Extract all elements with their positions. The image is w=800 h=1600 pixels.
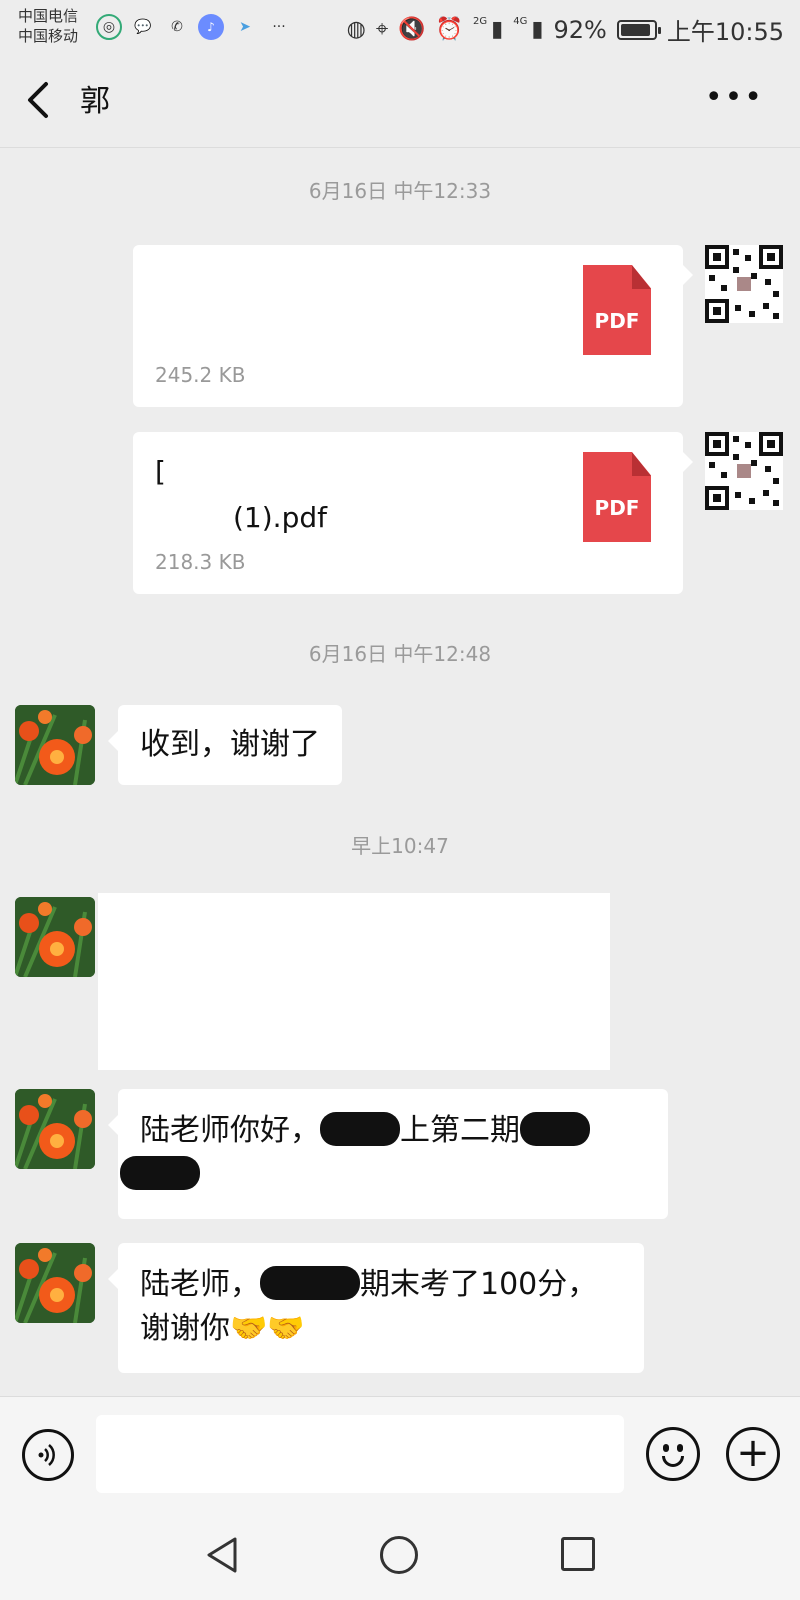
battery-fill: [620, 23, 651, 36]
message-bubble[interactable]: 陆老师， 期末考了100分， 谢谢你🤝🤝: [108, 1243, 644, 1373]
contact-avatar[interactable]: [15, 1089, 95, 1169]
my-avatar[interactable]: [705, 245, 783, 323]
carrier-labels: 中国电信 中国移动: [18, 6, 78, 46]
bubble-tail: [108, 1115, 118, 1135]
timestamp: 早上10:47: [351, 834, 449, 858]
app-notification-icon: ◎: [96, 14, 122, 40]
emoji-eye: [677, 1444, 683, 1452]
chat-input-bar: +: [0, 1396, 800, 1506]
contact-avatar[interactable]: [15, 897, 95, 977]
nav-back-icon[interactable]: [205, 1536, 239, 1574]
nav-home-icon[interactable]: [380, 1536, 418, 1574]
file-message[interactable]: [ (1).pdf 218.3 KB PDF: [133, 432, 693, 594]
wechat-icon: 💬: [134, 19, 152, 35]
chevron-left-icon: [28, 82, 48, 118]
message-text-part-2: 上第二期: [400, 1113, 520, 1148]
timestamp: 6月16日 中午12:33: [308, 179, 492, 203]
handshake-emoji: 🤝🤝: [230, 1311, 305, 1346]
carrier-1: 中国电信: [18, 7, 79, 25]
emoji-button[interactable]: [646, 1427, 700, 1481]
carrier-2: 中国移动: [18, 27, 79, 45]
pdf-icon: PDF: [583, 452, 651, 542]
battery-icon: [616, 19, 661, 40]
status-bar: 中国电信 中国移动 ◎ 💬 ✆ ♪ ➤ ··· ◍ ⌖ 🔇 ⏰ 2G ▮ 4G …: [0, 0, 800, 56]
send-icon: ➤: [239, 19, 251, 35]
redaction-mark: [120, 1156, 200, 1190]
redaction-mark: [260, 1266, 360, 1300]
redaction-mark: [520, 1112, 590, 1146]
data-saver-icon: ◍: [346, 17, 366, 42]
bubble-tail: [683, 452, 693, 472]
plus-icon: +: [736, 1430, 770, 1476]
flower-avatar-icon: [15, 1089, 95, 1169]
message-text: 收到，谢谢了: [140, 727, 320, 762]
plus-button[interactable]: +: [726, 1427, 780, 1481]
file-message[interactable]: 245.2 KB PDF: [133, 245, 693, 407]
pdf-fold: [632, 452, 651, 476]
alarm-icon: ⏰: [435, 17, 464, 42]
network-type-4g: 4G: [513, 15, 528, 27]
redaction-mark: [320, 1112, 400, 1146]
chat-header: 郭 •••: [0, 56, 800, 148]
message-text-line-2: 谢谢你: [140, 1311, 230, 1346]
location-icon: ⌖: [375, 17, 389, 42]
more-notifications-icon: ···: [272, 19, 286, 35]
contact-avatar[interactable]: [15, 1243, 95, 1323]
page-title: 郭: [80, 84, 110, 119]
pdf-icon: PDF: [583, 265, 651, 355]
message-bubble[interactable]: 陆老师你好， 上第二期: [108, 1089, 668, 1219]
message-bubble[interactable]: 收到，谢谢了: [108, 705, 342, 785]
qr-code-avatar-icon: [705, 432, 783, 510]
bubble-tail: [108, 731, 118, 751]
pdf-fold: [632, 265, 651, 289]
contact-avatar[interactable]: [15, 705, 95, 785]
signal-icon-2: ▮: [531, 17, 544, 42]
image-message[interactable]: [98, 893, 610, 1070]
network-type-2g: 2G: [473, 15, 488, 27]
nav-recent-apps-icon[interactable]: [561, 1537, 595, 1571]
system-nav-bar: [0, 1506, 800, 1600]
more-options-button[interactable]: •••: [705, 82, 764, 114]
music-icon: ♪: [198, 14, 224, 40]
bubble-tail: [683, 265, 693, 285]
flower-avatar-icon: [15, 897, 95, 977]
pdf-label: PDF: [594, 309, 640, 333]
flower-avatar-icon: [15, 705, 95, 785]
qr-code-avatar-icon: [705, 245, 783, 323]
signal-icon: ▮: [491, 17, 504, 42]
clock: 上午10:55: [666, 18, 784, 46]
message-text: 陆老师你好，: [140, 1113, 320, 1148]
pdf-label: PDF: [594, 496, 640, 520]
emoji-eye: [663, 1444, 669, 1452]
missed-call-icon: ✆: [171, 19, 183, 35]
emoji-mouth: [662, 1456, 684, 1467]
file-size: 218.3 KB: [155, 550, 246, 574]
message-text-part-2: 期末考了100分，: [360, 1267, 598, 1302]
my-avatar[interactable]: [705, 432, 783, 510]
back-button[interactable]: [22, 78, 62, 124]
message-text: 陆老师，: [140, 1267, 260, 1302]
file-name-line-2: (1).pdf: [233, 501, 327, 534]
message-input[interactable]: [96, 1415, 624, 1493]
notification-icons: ◎ 💬 ✆ ♪ ➤ ···: [96, 14, 292, 40]
status-right: ◍ ⌖ 🔇 ⏰ 2G ▮ 4G ▮ 92% 上午10:55: [347, 12, 784, 47]
bubble-tail: [108, 1269, 118, 1289]
timestamp: 6月16日 中午12:48: [308, 642, 492, 666]
voice-button[interactable]: [22, 1429, 74, 1481]
mute-icon: 🔇: [398, 17, 426, 42]
voice-icon: [38, 1444, 55, 1466]
file-name-line-1: [: [155, 455, 166, 488]
file-size: 245.2 KB: [155, 363, 246, 387]
flower-avatar-icon: [15, 1243, 95, 1323]
battery-percent: 92%: [553, 15, 607, 44]
